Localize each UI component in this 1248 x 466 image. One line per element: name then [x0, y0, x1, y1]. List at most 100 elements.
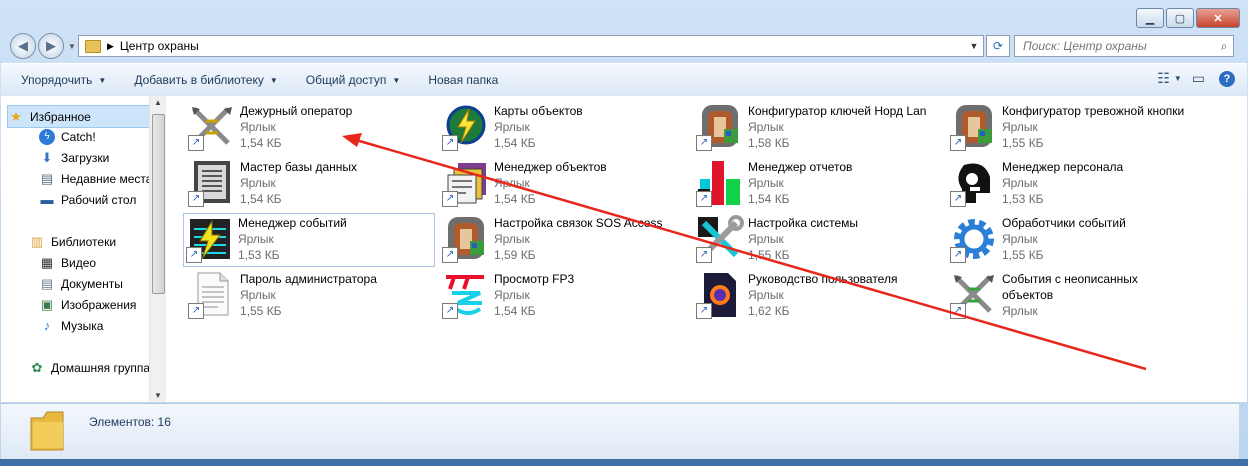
- nav-favorites[interactable]: ★ Избранное: [7, 105, 155, 128]
- file-name: Конфигуратор ключей Норд Lan: [748, 104, 927, 118]
- recent-places-icon: ▤: [40, 170, 54, 186]
- document-icon: ↗: [188, 159, 236, 207]
- globe-bolt-icon: ↗: [442, 103, 490, 151]
- file-item-system-settings[interactable]: ↗ Настройка системы Ярлык 1,55 КБ: [694, 214, 944, 266]
- help-icon[interactable]: ?: [1219, 70, 1235, 87]
- nav-video[interactable]: ▦ Видео: [39, 252, 96, 273]
- swords-icon: ↗: [188, 103, 236, 151]
- breadcrumb-separator-icon[interactable]: ▶: [107, 41, 114, 52]
- view-options-icon[interactable]: ☷: [1157, 70, 1170, 87]
- fp3-icon: ↗: [442, 271, 490, 319]
- search-icon[interactable]: ⌕: [1215, 39, 1233, 54]
- nav-downloads-label: Загрузки: [61, 150, 110, 165]
- address-dropdown[interactable]: ▼: [965, 41, 983, 51]
- nav-scrollbar[interactable]: ▲ ▼: [149, 96, 166, 402]
- navigation-pane: ★ Избранное ϟ Catch! ⬇ Загрузки ▤ Недавн…: [1, 96, 166, 402]
- scroll-thumb[interactable]: [152, 114, 165, 294]
- file-item-nord-lan-config[interactable]: ↗ Конфигуратор ключей Норд Lan Ярлык 1,5…: [694, 102, 944, 154]
- nav-homegroup[interactable]: ✿ Домашняя группа: [29, 357, 150, 378]
- nav-recent-label: Недавние места: [61, 171, 153, 186]
- add-to-library-button[interactable]: Добавить в библиотеку ▼: [126, 73, 285, 87]
- scroll-up-icon[interactable]: ▲: [150, 98, 166, 107]
- minimize-button[interactable]: ▁: [1136, 8, 1164, 28]
- file-item-undescribed-events[interactable]: ↗ События с неописанных объектов Ярлык: [948, 270, 1198, 322]
- file-size: 1,55 КБ: [1002, 248, 1044, 262]
- file-item-object-maps[interactable]: ↗ Карты объектов Ярлык 1,54 КБ: [440, 102, 690, 154]
- nav-catch[interactable]: ϟ Catch!: [39, 126, 96, 147]
- search-box[interactable]: ⌕: [1014, 35, 1234, 57]
- file-size: 1,55 КБ: [240, 304, 282, 318]
- star-icon: ★: [10, 108, 22, 124]
- file-type: Ярлык: [1002, 176, 1038, 190]
- homegroup-icon: ✿: [31, 359, 43, 375]
- file-item-event-manager[interactable]: ↗ Менеджер событий Ярлык 1,53 КБ: [183, 213, 435, 267]
- desktop-icon: ▬: [40, 192, 54, 207]
- refresh-icon: ⟳: [992, 39, 1004, 53]
- nav-images[interactable]: ▣ Изображения: [39, 294, 137, 315]
- file-type: Ярлык: [1002, 232, 1038, 246]
- file-item-user-guide[interactable]: ↗ Руководство пользователя Ярлык 1,62 КБ: [694, 270, 944, 322]
- shortcut-arrow-icon: ↗: [188, 303, 204, 319]
- person-icon: ↗: [950, 159, 998, 207]
- file-item-alarm-button-config[interactable]: ↗ Конфигуратор тревожной кнопки Ярлык 1,…: [948, 102, 1198, 154]
- file-type: Ярлык: [748, 120, 784, 134]
- forward-arrow-icon: ▶: [46, 38, 56, 53]
- events-icon: ↗: [186, 215, 234, 263]
- file-type: Ярлык: [748, 176, 784, 190]
- search-input[interactable]: [1023, 39, 1216, 53]
- preview-pane-icon[interactable]: ▭: [1192, 70, 1205, 87]
- file-item-object-manager[interactable]: ↗ Менеджер объектов Ярлык 1,54 КБ: [440, 158, 690, 210]
- back-button[interactable]: ◀: [10, 33, 36, 59]
- nav-music[interactable]: ♪ Музыка: [39, 315, 104, 336]
- shortcut-arrow-icon: ↗: [696, 303, 712, 319]
- shortcut-arrow-icon: ↗: [950, 247, 966, 263]
- cards-icon: ↗: [442, 159, 490, 207]
- file-name: Дежурный оператор: [240, 104, 353, 118]
- file-name-line2: объектов: [1002, 288, 1054, 302]
- caption-buttons: ▁ ▢ ✕: [1134, 8, 1240, 28]
- nav-music-label: Музыка: [61, 318, 104, 333]
- nav-libraries[interactable]: ▥ Библиотеки: [29, 231, 116, 252]
- file-item-duty-operator[interactable]: ↗ Дежурный оператор Ярлык 1,54 КБ: [186, 102, 436, 154]
- file-size: 1,54 КБ: [240, 136, 282, 150]
- scroll-down-icon[interactable]: ▼: [150, 391, 166, 400]
- file-name: Карты объектов: [494, 104, 583, 118]
- nav-recent[interactable]: ▤ Недавние места: [39, 168, 153, 189]
- nav-buttons: ◀ ▶ ▼: [10, 33, 76, 59]
- nav-desktop[interactable]: ▬ Рабочий стол: [39, 189, 137, 210]
- file-item-report-manager[interactable]: ↗ Менеджер отчетов Ярлык 1,54 КБ: [694, 158, 944, 210]
- wrench-icon: ↗: [696, 215, 744, 263]
- chevron-down-icon: ▼: [392, 75, 401, 85]
- nav-downloads[interactable]: ⬇ Загрузки: [39, 147, 110, 168]
- new-folder-button[interactable]: Новая папка: [420, 73, 506, 87]
- file-item-database-wizard[interactable]: ↗ Мастер базы данных Ярлык 1,54 КБ: [186, 158, 436, 210]
- close-button[interactable]: ✕: [1196, 8, 1240, 28]
- refresh-button[interactable]: ⟳: [986, 35, 1010, 57]
- nav-homegroup-label: Домашняя группа: [51, 360, 151, 375]
- share-label: Общий доступ: [305, 73, 387, 87]
- file-type: Ярлык: [748, 288, 784, 302]
- file-name: Настройка системы: [748, 216, 859, 230]
- file-item-fp3-viewer[interactable]: ↗ Просмотр FP3 Ярлык 1,54 КБ: [440, 270, 690, 322]
- file-name: Обработчики событий: [1002, 216, 1126, 230]
- maximize-button[interactable]: ▢: [1166, 8, 1194, 28]
- breadcrumb-current[interactable]: Центр охраны: [120, 39, 199, 53]
- file-item-event-handlers[interactable]: ↗ Обработчики событий Ярлык 1,55 КБ: [948, 214, 1198, 266]
- images-icon: ▣: [40, 296, 54, 312]
- view-dropdown-icon[interactable]: ▼: [1174, 74, 1182, 83]
- nav-favorites-label: Избранное: [30, 109, 91, 124]
- file-item-admin-password[interactable]: ↗ Пароль администратора Ярлык 1,55 КБ: [186, 270, 436, 322]
- share-button[interactable]: Общий доступ ▼: [298, 73, 409, 87]
- organize-button[interactable]: Упорядочить ▼: [13, 73, 114, 87]
- command-bar: Упорядочить ▼ Добавить в библиотеку ▼ Общи…: [1, 63, 1247, 97]
- item-count: Элементов: 16: [89, 415, 171, 429]
- file-name: Менеджер персонала: [1002, 160, 1124, 174]
- forward-button[interactable]: ▶: [38, 33, 64, 59]
- file-item-staff-manager[interactable]: ↗ Менеджер персонала Ярлык 1,53 КБ: [948, 158, 1198, 210]
- file-item-sos-access-settings[interactable]: ↗ Настройка связок SOS Access Ярлык 1,59…: [440, 214, 690, 266]
- recent-pages-dropdown[interactable]: ▼: [68, 42, 76, 51]
- file-type: Ярлык: [494, 232, 530, 246]
- nav-documents[interactable]: ▤ Документы: [39, 273, 123, 294]
- address-bar[interactable]: ▶ Центр охраны ▼: [78, 35, 984, 57]
- shortcut-arrow-icon: ↗: [696, 135, 712, 151]
